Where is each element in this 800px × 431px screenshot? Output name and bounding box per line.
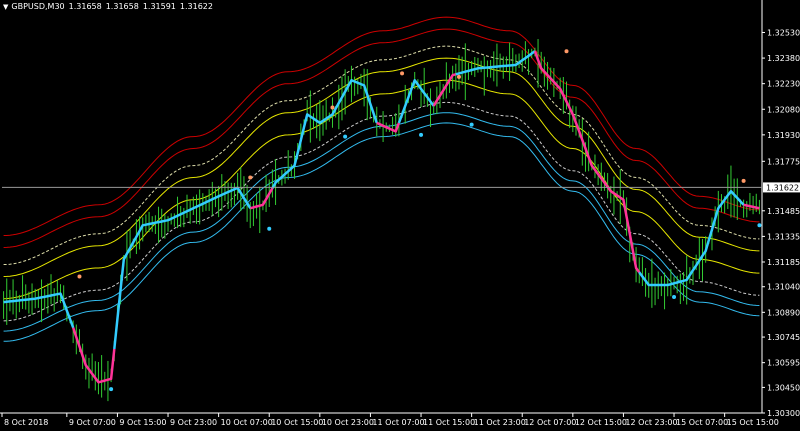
close-value: 1.31622: [179, 2, 213, 11]
signal-line-up: [113, 186, 252, 350]
price-chart[interactable]: 1.32530 1.32380 1.32230 1.32080 1.31930 1.317…: [0, 0, 800, 431]
x-tick-label: 11 Oct 15:00: [423, 418, 475, 427]
band-white-upper: [3, 45, 760, 265]
x-tick-label: 15 Oct 07:00: [676, 418, 728, 427]
signal-dot-up: [672, 294, 677, 299]
signal-dot-up: [109, 387, 114, 392]
signal-dot-down: [330, 105, 335, 110]
signal-dot-down: [400, 71, 405, 76]
y-tick-label: 1.30300: [767, 409, 800, 418]
x-tick-label: 15 Oct 15:00: [727, 418, 779, 427]
low-value: 1.31591: [142, 2, 176, 11]
signal-dot-up: [419, 132, 424, 137]
y-tick-label: 1.30450: [767, 383, 800, 392]
signal-dot-down: [456, 74, 461, 79]
current-price-label: 1.31622: [766, 183, 799, 192]
x-tick-label: 10 Oct 07:00: [221, 418, 273, 427]
y-tick-label: 1.31485: [767, 207, 800, 216]
band-yellow-mid: [3, 79, 760, 300]
y-tick-label: 1.32080: [767, 105, 800, 114]
symbol-label: GBPUSD,M30: [11, 2, 65, 11]
signal-dot-up: [343, 134, 348, 139]
x-tick-label: 9 Oct 07:00: [69, 418, 116, 427]
y-tick-label: 1.31185: [767, 258, 800, 267]
y-tick-label: 1.32380: [767, 54, 800, 63]
x-tick-label: 9 Oct 23:00: [170, 418, 217, 427]
x-tick-label: 9 Oct 15:00: [119, 418, 166, 427]
x-tick-label: 12 Oct 23:00: [625, 418, 677, 427]
signal-dot-up: [267, 226, 272, 231]
band-cyan-inner: [3, 112, 760, 332]
y-tick-label: 1.30745: [767, 333, 800, 342]
x-tick-label: 12 Oct 15:00: [575, 418, 627, 427]
signal-line-up: [455, 50, 536, 76]
signal-dot-down: [564, 49, 569, 54]
y-tick-label: 1.31040: [767, 283, 800, 292]
x-tick-label: 11 Oct 07:00: [372, 418, 424, 427]
signal-dot-down: [77, 274, 82, 279]
x-tick-label: 8 Oct 2018: [4, 418, 48, 427]
signal-dot-up: [757, 223, 762, 228]
chart-header: ▼ GBPUSD,M30 1.31658 1.31658 1.31591 1.31622: [3, 2, 213, 11]
y-tick-label: 1.31335: [767, 232, 800, 241]
x-tick-label: 11 Oct 23:00: [474, 418, 526, 427]
y-tick-label: 1.31775: [767, 157, 800, 166]
high-value: 1.31658: [105, 2, 139, 11]
chart-menu-triangle-icon[interactable]: ▼: [3, 3, 8, 11]
signal-line-up: [271, 79, 378, 189]
y-tick-label: 1.30595: [767, 359, 800, 368]
signal-line-down: [743, 203, 760, 210]
signal-dot-down: [741, 178, 746, 183]
signal-dot-down: [248, 175, 253, 180]
y-tick-label: 1.32530: [767, 28, 800, 37]
signal-dot-up: [469, 122, 474, 127]
x-tick-label: 12 Oct 07:00: [524, 418, 576, 427]
signal-line-up: [3, 292, 75, 329]
x-tick-label: 10 Oct 15:00: [271, 418, 323, 427]
band-yellow-upper: [3, 57, 760, 277]
chart-window[interactable]: 1.32530 1.32380 1.32230 1.32080 1.31930 1.317…: [0, 0, 800, 431]
y-tick-label: 1.30890: [767, 308, 800, 317]
open-value: 1.31658: [68, 2, 102, 11]
y-tick-label: 1.31930: [767, 131, 800, 140]
x-tick-label: 10 Oct 23:00: [322, 418, 374, 427]
y-tick-label: 1.32230: [767, 80, 800, 89]
